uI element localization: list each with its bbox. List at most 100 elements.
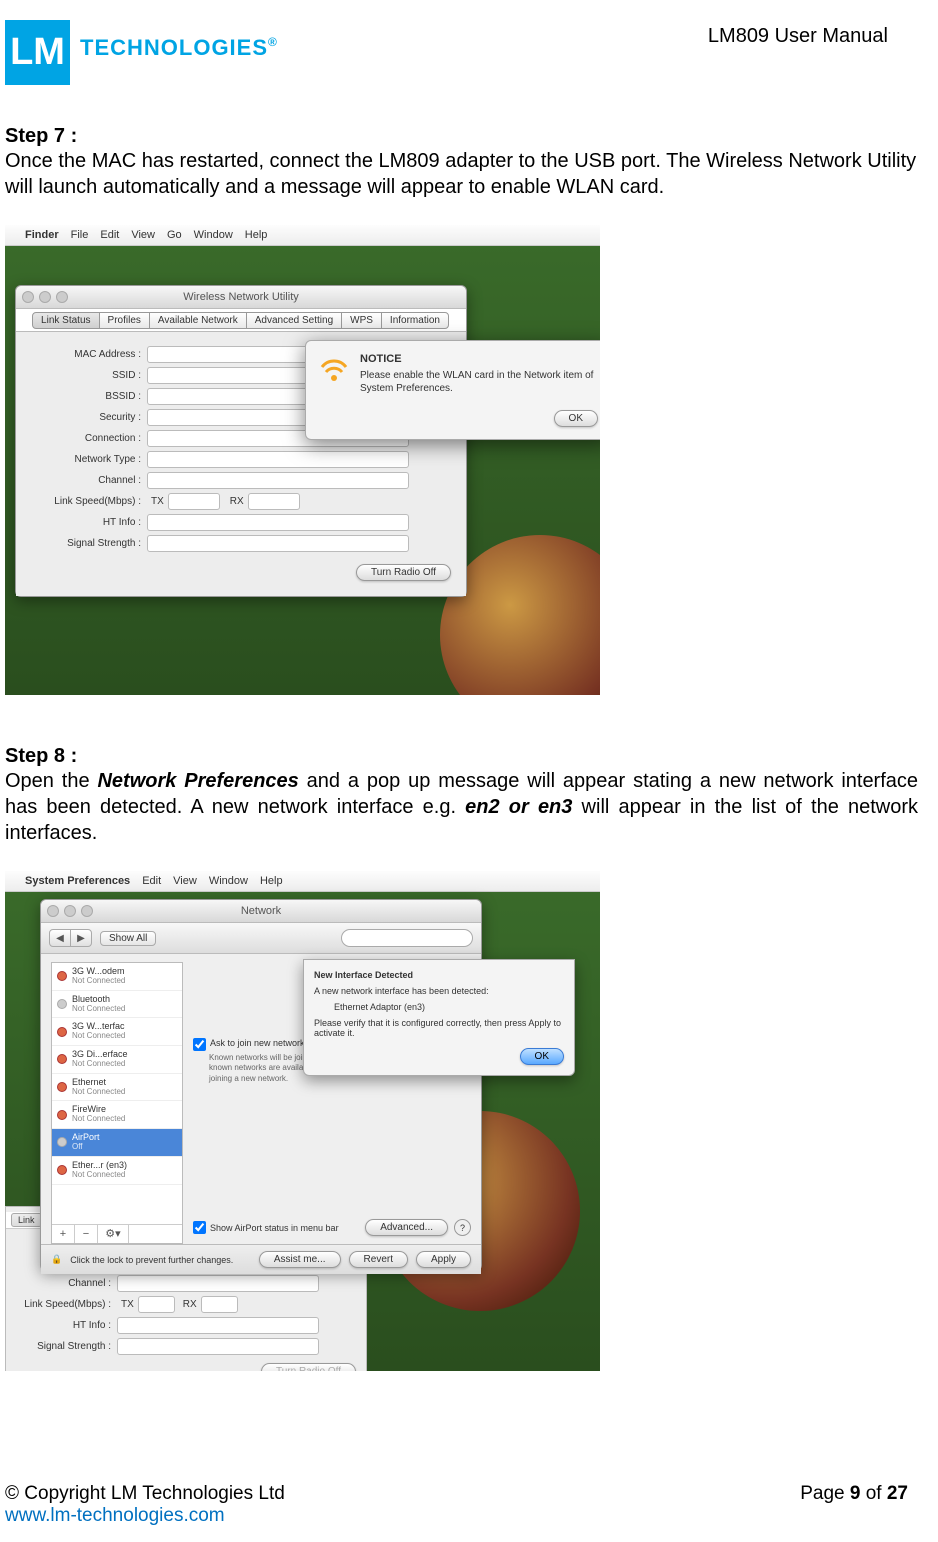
network-sidebar: 3G W...odemNot Connected BluetoothNot Co… bbox=[51, 962, 183, 1244]
sidebar-item-3g-dierface[interactable]: 3G Di...erfaceNot Connected bbox=[52, 1046, 182, 1074]
lbl-link-speed: Link Speed(Mbps) : bbox=[31, 496, 147, 507]
menu2-window[interactable]: Window bbox=[209, 875, 248, 887]
screenshot-step8: System Preferences Edit View Window Help… bbox=[5, 871, 600, 1371]
menubar-app-2[interactable]: System Preferences bbox=[25, 875, 130, 887]
menu-edit[interactable]: Edit bbox=[100, 229, 119, 241]
nav-back-forward[interactable]: ◀▶ bbox=[49, 929, 92, 947]
menu-view[interactable]: View bbox=[131, 229, 155, 241]
menu-file[interactable]: File bbox=[71, 229, 89, 241]
menu-help[interactable]: Help bbox=[245, 229, 268, 241]
add-interface-button[interactable]: + bbox=[52, 1225, 75, 1243]
lbl-connection: Connection : bbox=[31, 433, 147, 444]
sidebar-item-firewire[interactable]: FireWireNot Connected bbox=[52, 1101, 182, 1129]
logo-text: TECHNOLOGIES® bbox=[70, 20, 278, 61]
step8-text-1: Open the bbox=[5, 770, 97, 792]
page-header: LM TECHNOLOGIES® LM809 User Manual bbox=[5, 20, 918, 85]
window-title-text: Wireless Network Utility bbox=[183, 291, 299, 303]
tab-profiles[interactable]: Profiles bbox=[99, 312, 150, 329]
sidebar-footer: + − ⚙▾ bbox=[52, 1224, 182, 1243]
network-bottom-bar: 🔒 Click the lock to prevent further chan… bbox=[41, 1244, 481, 1274]
menu2-help[interactable]: Help bbox=[260, 875, 283, 887]
network-title-text: Network bbox=[241, 905, 281, 917]
dialog2-title: New Interface Detected bbox=[314, 970, 564, 980]
lock-text: Click the lock to prevent further change… bbox=[70, 1255, 233, 1265]
notice-title: NOTICE bbox=[318, 353, 598, 365]
tab-available-network[interactable]: Available Network bbox=[149, 312, 247, 329]
page-num: 9 bbox=[850, 1483, 861, 1504]
footer-url: www.lm-technologies.com bbox=[5, 1505, 285, 1527]
ask-to-join-checkbox[interactable] bbox=[193, 1038, 206, 1051]
lbl-tx: TX bbox=[151, 496, 164, 507]
u-lbl-channel: Channel : bbox=[6, 1278, 117, 1289]
u-val-rx bbox=[201, 1296, 238, 1313]
notice-ok-button[interactable]: OK bbox=[554, 410, 598, 427]
step8-text-bi1: Network Preferences bbox=[97, 770, 298, 792]
lbl-ht-info: HT Info : bbox=[31, 517, 147, 528]
menu2-view[interactable]: View bbox=[173, 875, 197, 887]
u-val-channel bbox=[117, 1275, 319, 1292]
advanced-button[interactable]: Advanced... bbox=[365, 1219, 448, 1236]
sidebar-item-ethernet[interactable]: EthernetNot Connected bbox=[52, 1074, 182, 1102]
logo-word: TECHNOLOGIES bbox=[80, 35, 268, 60]
menubar-app[interactable]: Finder bbox=[25, 229, 59, 241]
revert-button[interactable]: Revert bbox=[349, 1251, 408, 1268]
wifi-icon bbox=[318, 353, 350, 385]
apply-button[interactable]: Apply bbox=[416, 1251, 471, 1268]
sidebar-item-3g-wterfac[interactable]: 3G W...terfacNot Connected bbox=[52, 1018, 182, 1046]
menu-go[interactable]: Go bbox=[167, 229, 182, 241]
remove-interface-button[interactable]: − bbox=[75, 1225, 98, 1243]
u-lbl-linkspeed: Link Speed(Mbps) : bbox=[6, 1299, 117, 1310]
tab-wps[interactable]: WPS bbox=[341, 312, 382, 329]
tab-link-status[interactable]: Link Status bbox=[32, 312, 99, 329]
lock-icon[interactable]: 🔒 bbox=[51, 1254, 62, 1265]
network-toolbar: ◀▶ Show All bbox=[41, 923, 481, 954]
window-controls[interactable] bbox=[22, 291, 68, 303]
behind-tab-link[interactable]: Link bbox=[11, 1213, 42, 1227]
ask-to-join-label: Ask to join new networks bbox=[210, 1038, 309, 1048]
tab-advanced-setting[interactable]: Advanced Setting bbox=[246, 312, 342, 329]
mac-menubar-2: System Preferences Edit View Window Help bbox=[5, 871, 600, 892]
u-lbl-tx: TX bbox=[121, 1299, 134, 1310]
search-input[interactable] bbox=[341, 929, 473, 947]
assist-me-button[interactable]: Assist me... bbox=[259, 1251, 341, 1268]
status-dot-icon bbox=[57, 1165, 67, 1175]
page-footer: © Copyright LM Technologies Ltd www.lm-t… bbox=[5, 1483, 908, 1527]
step8-title: Step 8 : bbox=[5, 745, 918, 768]
page-total: 27 bbox=[887, 1483, 908, 1504]
turn-radio-off-button[interactable]: Turn Radio Off bbox=[356, 564, 451, 581]
u-val-tx bbox=[138, 1296, 175, 1313]
dialog2-ok-button[interactable]: OK bbox=[520, 1048, 564, 1065]
document-title: LM809 User Manual bbox=[708, 20, 918, 48]
copyright-text: © Copyright LM Technologies Ltd bbox=[5, 1483, 285, 1505]
u-lbl-rx: RX bbox=[183, 1299, 197, 1310]
gear-menu-button[interactable]: ⚙▾ bbox=[98, 1225, 129, 1243]
menu2-edit[interactable]: Edit bbox=[142, 875, 161, 887]
network-prefs-window: Network ◀▶ Show All 3G W...odemNot Conne… bbox=[40, 899, 482, 1271]
step8-text-bi2: en2 or en3 bbox=[465, 796, 572, 818]
val-tx bbox=[168, 493, 220, 510]
utility-tabs: Link Status Profiles Available Network A… bbox=[16, 309, 466, 332]
val-channel bbox=[147, 472, 409, 489]
sb-sub: Not Connected bbox=[72, 1060, 128, 1069]
val-signal-strength bbox=[147, 535, 409, 552]
window-controls-2[interactable] bbox=[47, 905, 93, 917]
u-val-ht bbox=[117, 1317, 319, 1334]
sb-sub: Not Connected bbox=[72, 1171, 127, 1180]
status-dot-icon bbox=[57, 1082, 67, 1092]
show-status-checkbox[interactable] bbox=[193, 1221, 206, 1234]
page-pre: Page bbox=[800, 1483, 850, 1504]
sidebar-item-3g-modem[interactable]: 3G W...odemNot Connected bbox=[52, 963, 182, 991]
lbl-ssid: SSID : bbox=[31, 370, 147, 381]
help-button[interactable]: ? bbox=[454, 1219, 471, 1236]
status-dot-icon bbox=[57, 1110, 67, 1120]
status-dot-icon bbox=[57, 999, 67, 1009]
sidebar-item-ether-en3[interactable]: Ether...r (en3)Not Connected bbox=[52, 1157, 182, 1185]
sidebar-item-airport[interactable]: AirPortOff bbox=[52, 1129, 182, 1157]
network-window-title: Network bbox=[41, 900, 481, 923]
menu-window[interactable]: Window bbox=[194, 229, 233, 241]
page-of: of bbox=[860, 1483, 886, 1504]
show-all-button[interactable]: Show All bbox=[100, 931, 156, 946]
sidebar-item-bluetooth[interactable]: BluetoothNot Connected bbox=[52, 991, 182, 1019]
dialog2-line3: Please verify that it is configured corr… bbox=[314, 1018, 564, 1038]
tab-information[interactable]: Information bbox=[381, 312, 449, 329]
